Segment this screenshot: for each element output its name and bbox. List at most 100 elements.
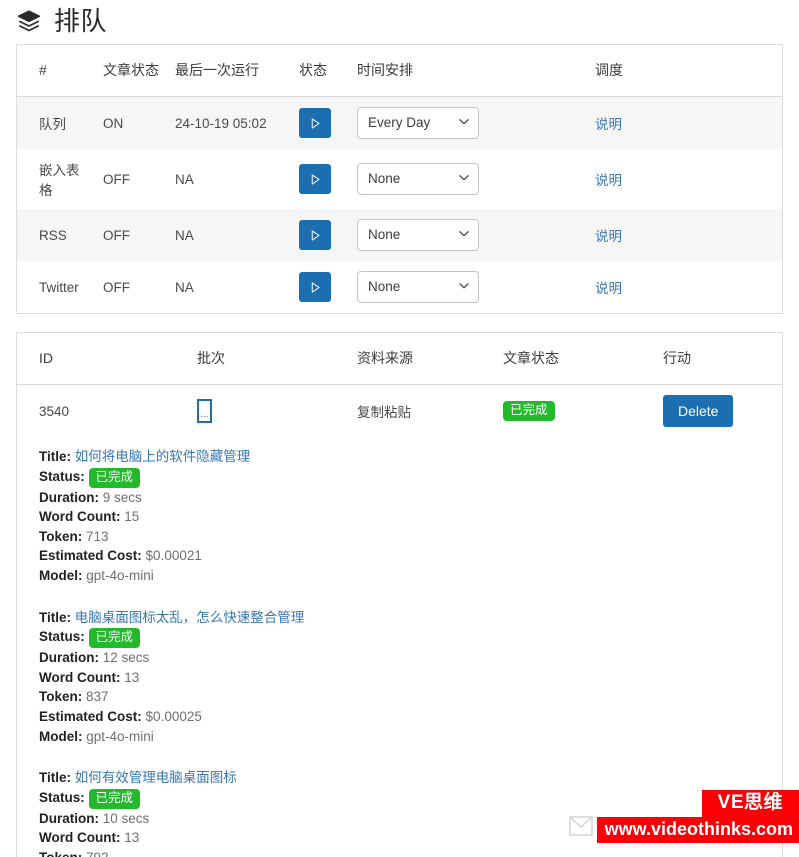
play-icon [309,229,322,242]
detail-token-row: Token: 713 [39,527,760,547]
row-last-run: NA [175,227,194,243]
col-id: ID [17,333,189,385]
row-dispatch-cell: 说明 [587,261,782,313]
detail-wordcount-label: Word Count: [39,830,121,846]
detail-title-label: Title: [39,609,72,625]
detail-block: Title: 电脑桌面图标太乱，怎么快速整合管理 Status: 已完成 Dur… [39,608,760,747]
table-row: RSS OFF NA None 说明 [17,209,782,261]
detail-status-badge: 已完成 [88,788,141,809]
schedule-card: # 文章状态 最后一次运行 状态 时间安排 调度 队列 ON 24-10-19 … [16,44,783,314]
detail-wordcount-value: 13 [124,830,140,846]
row-schedule-cell: None [349,261,587,313]
row-name: 队列 [39,117,66,132]
watermark: VE思维 www.videothinks.com [568,790,799,843]
layers-icon [16,8,42,34]
run-button[interactable] [299,220,331,250]
detail-status-label: Status: [39,468,85,484]
detail-duration-value: 10 secs [102,810,150,826]
detail-duration-label: Duration: [39,489,99,505]
detail-title-value: 如何有效管理电脑桌面图标 [74,770,237,786]
detail-status-row: Status: 已完成 [39,627,760,649]
table-row: 3540 ... 复制粘贴 已完成 Delete [17,385,782,438]
detail-wordcount-row: Word Count: 13 [39,668,760,688]
detail-duration-value: 12 secs [102,650,150,666]
detail-title-value: 如何将电脑上的软件隐藏管理 [74,449,251,464]
row-last-run: 24-10-19 05:02 [175,115,267,131]
detail-status-label: Status: [39,629,85,645]
detail-wordcount-label: Word Count: [39,509,121,525]
table-row: 队列 ON 24-10-19 05:02 Every Day 说明 [17,96,782,150]
row-name: RSS [39,227,67,243]
schedule-table-head: # 文章状态 最后一次运行 状态 时间安排 调度 [17,45,782,97]
jobs-header-row: ID 批次 资料来源 文章状态 行动 [17,333,782,385]
watermark-stack: VE思维 www.videothinks.com [596,790,799,843]
detail-token-row: Token: 837 [39,687,760,707]
schedule-select[interactable]: None [357,271,479,303]
detail-model-row: Model: gpt-4o-mini [39,727,760,747]
detail-title-label: Title: [39,449,72,464]
row-dispatch-cell: 说明 [587,97,782,150]
detail-token-value: 713 [86,528,109,544]
detail-token-label: Token: [39,689,83,705]
col-dispatch: 调度 [587,45,782,97]
schedule-select[interactable]: None [357,163,479,195]
detail-model-value: gpt-4o-mini [86,567,154,583]
col-article-state: 文章状态 [495,333,655,385]
col-index: # [17,45,95,97]
schedule-select[interactable]: Every Day [357,107,479,139]
detail-duration-label: Duration: [39,650,99,666]
status-badge: 已完成 [503,401,555,421]
detail-duration-value: 9 secs [102,489,142,505]
detail-token-label: Token: [39,528,83,544]
row-state-cell [291,209,349,261]
row-dispatch-cell: 说明 [587,149,782,209]
jobs-table-body: 3540 ... 复制粘贴 已完成 Delete [17,385,782,438]
detail-cost-row: Estimated Cost: $0.00021 [39,546,760,566]
run-button[interactable] [299,164,331,194]
batch-link[interactable]: ... [197,399,212,423]
play-icon [309,281,322,294]
detail-title-value: 电脑桌面图标太乱，怎么快速整合管理 [74,609,305,625]
detail-token-value: 837 [86,689,109,705]
run-button[interactable] [299,272,331,302]
col-article-state: 文章状态 [95,45,167,97]
detail-wordcount-row: Word Count: 15 [39,507,760,527]
detail-cost-label: Estimated Cost: [39,548,142,564]
job-source: 复制粘贴 [357,405,411,420]
detail-cost-row: Estimated Cost: $0.00025 [39,707,760,727]
run-button[interactable] [299,108,331,138]
play-icon [309,117,322,130]
col-schedule: 时间安排 [349,45,587,97]
col-source: 资料来源 [349,333,495,385]
detail-duration-row: Duration: 12 secs [39,648,760,668]
row-schedule-cell: None [349,149,587,209]
row-state-cell [291,97,349,150]
watermark-url: www.videothinks.com [596,817,799,843]
row-last-run: NA [175,171,194,187]
row-last-run: NA [175,279,194,295]
page-header: 排队 [0,0,799,44]
delete-button[interactable]: Delete [663,395,734,427]
dispatch-link[interactable]: 说明 [595,229,622,244]
schedule-select[interactable]: None [357,219,479,251]
schedule-select-wrap: None [357,163,479,195]
detail-token-value: 792 [86,850,109,857]
row-article-state: OFF [103,171,130,187]
detail-title-label: Title: [39,770,72,786]
dispatch-link[interactable]: 说明 [595,173,622,188]
detail-status-badge: 已完成 [88,628,141,649]
job-batch-cell: ... [189,385,349,438]
detail-cost-label: Estimated Cost: [39,708,142,724]
row-article-state: OFF [103,279,130,295]
detail-status-label: Status: [39,789,85,805]
row-state-cell [291,261,349,313]
watermark-brand: VE思维 [701,790,799,818]
job-status-cell: 已完成 [495,385,655,438]
detail-title-row: Title: 如何有效管理电脑桌面图标 [39,768,760,788]
detail-token-label: Token: [39,850,82,857]
dispatch-link[interactable]: 说明 [595,117,622,132]
detail-model-label: Model: [39,567,83,583]
dispatch-link[interactable]: 说明 [595,281,622,296]
detail-wordcount-value: 13 [124,669,140,685]
col-last-run: 最后一次运行 [167,45,291,97]
